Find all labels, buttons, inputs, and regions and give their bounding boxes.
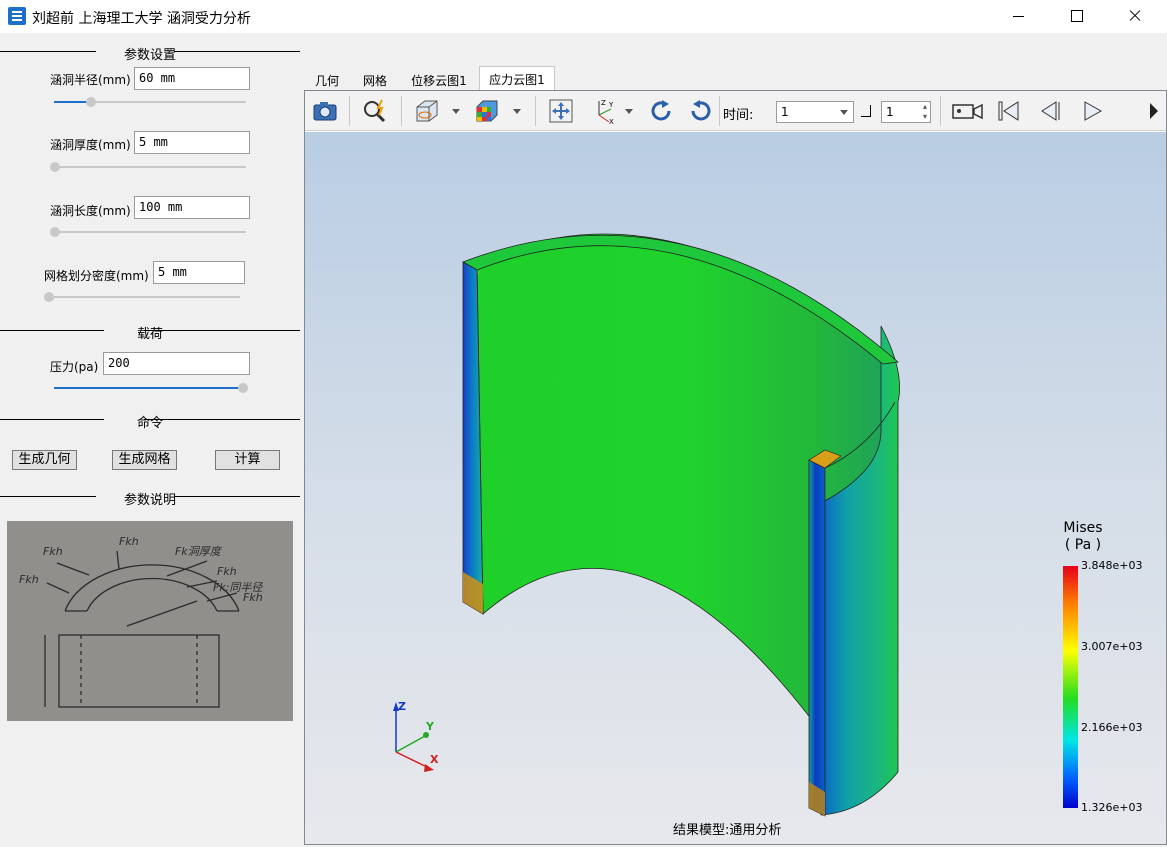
axis-z-label: Z (398, 700, 406, 713)
record-icon[interactable] (951, 97, 983, 125)
legend-tick: 3.007e+03 (1081, 640, 1143, 653)
slider-thumb[interactable] (86, 97, 96, 107)
chevron-down-icon[interactable] (513, 109, 521, 114)
play-icon[interactable] (1079, 97, 1107, 125)
fit-icon[interactable] (547, 97, 575, 125)
slider-thumb[interactable] (50, 162, 60, 172)
thickness-label: 涵洞厚度(mm) (50, 138, 131, 152)
step-spinbox[interactable]: 1 (881, 101, 931, 123)
zoom-icon[interactable] (361, 97, 389, 125)
camera-icon[interactable] (311, 97, 339, 125)
time-select[interactable]: 1 (776, 101, 854, 123)
pressure-slider[interactable] (54, 383, 248, 393)
axis-y-label: Y (425, 720, 435, 733)
window-title: 刘超前 上海理工大学 涵洞受力分析 (32, 11, 251, 27)
color-cube-icon[interactable] (473, 97, 501, 125)
title-bar: 刘超前 上海理工大学 涵洞受力分析 (0, 0, 1167, 33)
chevron-down-icon[interactable] (625, 109, 633, 114)
svg-text:Fkh: Fkh (43, 545, 63, 558)
thickness-input[interactable]: 5 mm (134, 131, 250, 154)
tab-stress[interactable]: 应力云图1 (479, 66, 555, 91)
legend-unit: ( Pa ) (1064, 537, 1102, 553)
length-label: 涵洞长度(mm) (50, 204, 131, 218)
section-load: 载荷 (0, 323, 300, 342)
radius-input[interactable]: 60 mm (134, 67, 250, 90)
slider-thumb[interactable] (44, 292, 54, 302)
compute-button[interactable]: 计算 (215, 450, 280, 470)
svg-text:Fkh: Fkh (217, 565, 237, 578)
minimize-button[interactable] (990, 0, 1048, 33)
svg-text:Fkh: Fkh (19, 573, 39, 586)
svg-text:Fk洞厚度: Fk洞厚度 (175, 545, 223, 558)
parameter-sketch-image: Fkh Fkh Fk洞厚度 Fkh Fkh Fk:同半径 Fkh (7, 521, 293, 721)
generate-mesh-button[interactable]: 生成网格 (112, 450, 177, 470)
legend-title: Mises ( Pa ) (1061, 520, 1105, 554)
axis-x-label: X (430, 753, 439, 766)
mesh-slider[interactable] (44, 292, 240, 302)
mesh-input[interactable]: 5 mm (153, 261, 245, 284)
pressure-input[interactable]: 200 (103, 352, 250, 375)
axis-triad: Z Y X (393, 700, 439, 772)
tab-displacement[interactable]: 位移云图1 (408, 68, 470, 90)
svg-text:Z: Z (601, 99, 606, 107)
generate-geometry-button[interactable]: 生成几何 (12, 450, 77, 470)
legend-tick: 3.848e+03 (1081, 559, 1143, 572)
rotate-cw-icon[interactable] (647, 97, 675, 125)
legend-tick: 2.166e+03 (1081, 721, 1143, 734)
chevron-down-icon[interactable] (452, 109, 460, 114)
maximize-button[interactable] (1048, 0, 1106, 33)
legend-color-bar (1063, 566, 1078, 808)
step-checkbox[interactable] (861, 105, 871, 117)
svg-text:Fkh: Fkh (243, 591, 263, 604)
thickness-slider[interactable] (50, 162, 246, 172)
section-params: 参数设置 (0, 44, 300, 63)
chevron-right-icon[interactable] (1147, 97, 1161, 125)
rotate-ccw-icon[interactable] (687, 97, 715, 125)
close-button[interactable] (1106, 0, 1164, 33)
mesh-label: 网格划分密度(mm) (44, 269, 149, 283)
app-icon (8, 7, 26, 25)
first-frame-icon[interactable] (995, 97, 1023, 125)
view-cube-icon[interactable] (413, 97, 441, 125)
prev-frame-icon[interactable] (1037, 97, 1065, 125)
tab-geometry[interactable]: 几何 (312, 68, 342, 90)
svg-text:X: X (609, 118, 614, 125)
section-commands: 命令 (0, 412, 300, 431)
3d-canvas[interactable]: Z Y X Mises ( Pa ) 3.848e+03 3.007e+03 2… (305, 132, 1166, 844)
length-input[interactable]: 100 mm (134, 196, 250, 219)
tab-mesh[interactable]: 网格 (360, 68, 390, 90)
section-explain: 参数说明 (0, 489, 300, 508)
result-viewer: ZYX 时间: 1 1 ▴ ▾ Z Y X Mises (Pa) 3.848… (304, 90, 1167, 845)
radius-label: 涵洞半径(mm) (50, 73, 131, 87)
legend-name: Mises (1063, 520, 1103, 536)
pressure-label: 压力(pa) (50, 360, 99, 374)
svg-text:Fkh: Fkh (119, 535, 139, 548)
viewer-toolbar: ZY X 时间: 1 1 (305, 91, 1166, 131)
slider-thumb[interactable] (50, 227, 60, 237)
axes-icon[interactable]: ZY X (589, 97, 617, 126)
model-label: 结果模型:通用分析 (673, 823, 782, 838)
legend-tick: 1.326e+03 (1081, 801, 1143, 814)
svg-text:Y: Y (608, 101, 614, 109)
time-label: 时间: (723, 108, 754, 123)
slider-thumb[interactable] (238, 383, 248, 393)
stress-contour-model: Z Y X (393, 233, 900, 817)
radius-slider[interactable] (54, 97, 246, 107)
length-slider[interactable] (50, 227, 246, 237)
